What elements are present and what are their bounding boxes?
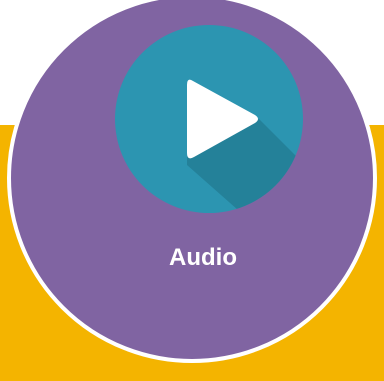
audio-tile-button[interactable]: Audio <box>7 0 377 363</box>
tile-label: Audio <box>169 244 237 271</box>
play-icon[interactable] <box>115 25 303 213</box>
audio-tile-stage: Audio <box>0 0 384 381</box>
